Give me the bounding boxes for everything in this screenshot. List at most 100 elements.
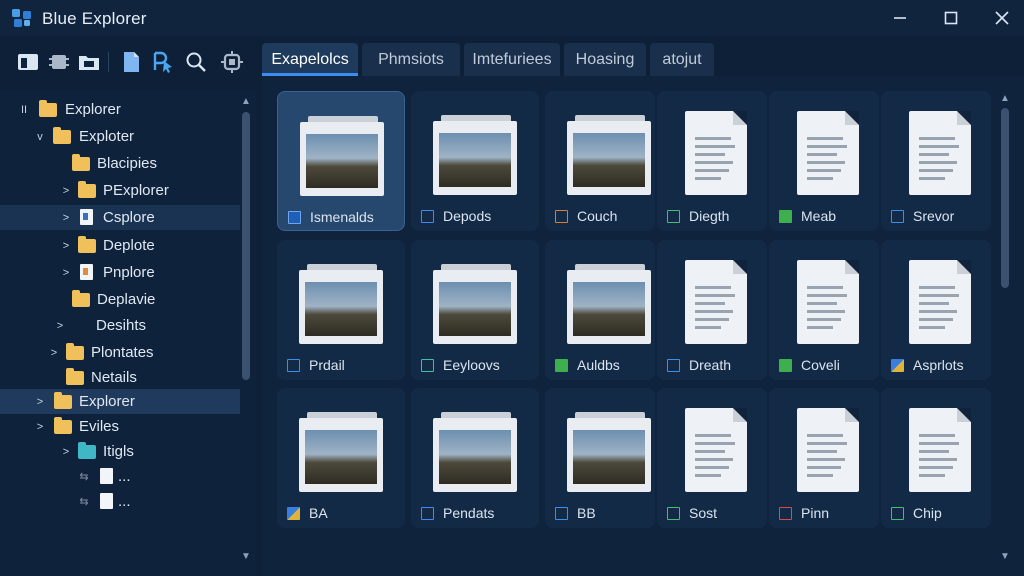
panel-button[interactable] (16, 50, 40, 74)
file-tile[interactable]: Srevor (881, 91, 991, 231)
file-tile[interactable]: Auldbs (545, 240, 655, 380)
file-name: BA (309, 505, 328, 521)
file-label: Ismenalds (288, 208, 374, 226)
file-label: Coveli (779, 356, 840, 374)
collapse-icon[interactable]: II (18, 103, 30, 117)
tab-hoasing[interactable]: Hoasing (564, 43, 646, 76)
chip-button[interactable] (47, 50, 71, 74)
scroll-down-icon[interactable]: ▼ (999, 552, 1011, 562)
tree-item[interactable]: II Explorer (0, 97, 240, 122)
app-logo-icon (12, 9, 31, 27)
file-type-icon (891, 506, 904, 520)
tree-item-label: PExplorer (103, 182, 169, 199)
tree-item[interactable]: Deplavie (0, 287, 240, 312)
tree-item[interactable]: > Itigls (0, 439, 240, 464)
file-type-icon (421, 506, 434, 520)
file-tile[interactable]: Meab (769, 91, 879, 231)
file-tile[interactable]: Prdail (277, 240, 405, 380)
link-icon: ⇆ (79, 471, 89, 483)
file-type-icon (555, 358, 568, 372)
tree-item[interactable]: Netails (0, 365, 240, 390)
tree-item-label: Eviles (79, 418, 120, 435)
tab-atojut[interactable]: atojut (650, 43, 714, 76)
tree-item[interactable]: > Desihts (0, 313, 240, 338)
file-tile[interactable]: Depods (411, 91, 539, 231)
file-name: Srevor (913, 208, 955, 224)
file-tile[interactable]: BB (545, 388, 655, 528)
chevron-right-icon[interactable]: > (48, 346, 60, 360)
tab-imtefuriees[interactable]: Imtefuriees (464, 43, 560, 76)
tab-exapelolcs[interactable]: Exapelolcs (262, 43, 358, 76)
file-name: BB (577, 505, 596, 521)
tree-item-label: Explorer (79, 393, 135, 410)
chevron-right-icon[interactable]: > (54, 319, 66, 333)
close-button[interactable] (987, 4, 1017, 32)
chevron-right-icon[interactable]: > (60, 211, 72, 225)
new-file-button[interactable] (119, 50, 143, 74)
cursor-button[interactable] (151, 50, 175, 74)
tree-item[interactable]: v Exploter (0, 124, 240, 149)
tree-item[interactable]: > Plontates (0, 340, 240, 365)
file-tile[interactable]: Couch (545, 91, 655, 231)
file-tile[interactable]: Pendats (411, 388, 539, 528)
tree-item[interactable]: ⇆ ... (0, 464, 240, 489)
chevron-right-icon[interactable]: > (60, 266, 72, 280)
tree-item[interactable]: > Explorer (0, 389, 240, 414)
scroll-up-icon[interactable]: ▲ (240, 97, 252, 107)
chevron-right-icon[interactable]: > (60, 184, 72, 198)
file-tile[interactable]: Chip (881, 388, 991, 528)
maximize-button[interactable] (936, 4, 966, 32)
settings-button[interactable] (220, 50, 244, 74)
file-tile[interactable]: Dreath (657, 240, 767, 380)
file-tile[interactable]: BA (277, 388, 405, 528)
tree-item[interactable]: > Eviles (0, 414, 240, 439)
chevron-right-icon[interactable]: > (34, 395, 46, 409)
file-type-icon (779, 358, 792, 372)
tab-phmsiots[interactable]: Phmsiots (362, 43, 460, 76)
file-tile[interactable]: Pinn (769, 388, 879, 528)
file-tile[interactable]: Eeyloovs (411, 240, 539, 380)
tree-item[interactable]: > Deplote (0, 233, 240, 258)
file-label: Asprlots (891, 356, 964, 374)
image-thumbnail (425, 402, 525, 496)
image-thumbnail (425, 254, 525, 348)
content-scrollbar-thumb[interactable] (1001, 108, 1009, 288)
new-file-icon (124, 52, 139, 72)
file-type-icon (891, 358, 904, 372)
file-name: Sost (689, 505, 718, 521)
tree-item[interactable]: Blacipies (0, 151, 240, 176)
search-icon (186, 52, 206, 72)
file-label: Srevor (891, 207, 954, 225)
chevron-right-icon[interactable]: > (60, 445, 72, 459)
tree-item[interactable]: > PExplorer (0, 178, 240, 203)
chevron-down-icon[interactable]: v (34, 130, 46, 144)
file-tile[interactable]: Coveli (769, 240, 879, 380)
search-button[interactable] (184, 50, 208, 74)
file-type-icon (421, 358, 434, 372)
file-tile[interactable]: Sost (657, 388, 767, 528)
scroll-up-icon[interactable]: ▲ (999, 94, 1011, 104)
folder-tool-button[interactable] (77, 50, 101, 74)
panel-icon (18, 54, 38, 70)
file-label: Eeyloovs (421, 356, 500, 374)
scroll-down-icon[interactable]: ▼ (240, 552, 252, 562)
file-tile[interactable]: Diegth (657, 91, 767, 231)
minimize-button[interactable] (885, 4, 915, 32)
folder-icon (66, 368, 84, 386)
tree-item[interactable]: > Csplore (0, 205, 240, 230)
tree-item[interactable]: ⇆ ... (0, 489, 240, 514)
chevron-right-icon[interactable]: > (34, 420, 46, 434)
document-thumbnail (895, 105, 995, 199)
file-label: Diegth (667, 207, 729, 225)
file-label: Couch (555, 207, 617, 225)
file-type-icon (779, 209, 792, 223)
chevron-right-icon[interactable]: > (60, 239, 72, 253)
file-tile[interactable]: Asprlots (881, 240, 991, 380)
file-name: Pinn (801, 505, 830, 521)
sidebar-scrollbar-thumb[interactable] (242, 112, 250, 380)
file-tile[interactable]: Ismenalds (277, 91, 405, 231)
tree-item[interactable]: > Pnplore (0, 260, 240, 285)
file-name: Meab (801, 208, 837, 224)
file-label: Pinn (779, 504, 829, 522)
file-type-icon (287, 358, 300, 372)
